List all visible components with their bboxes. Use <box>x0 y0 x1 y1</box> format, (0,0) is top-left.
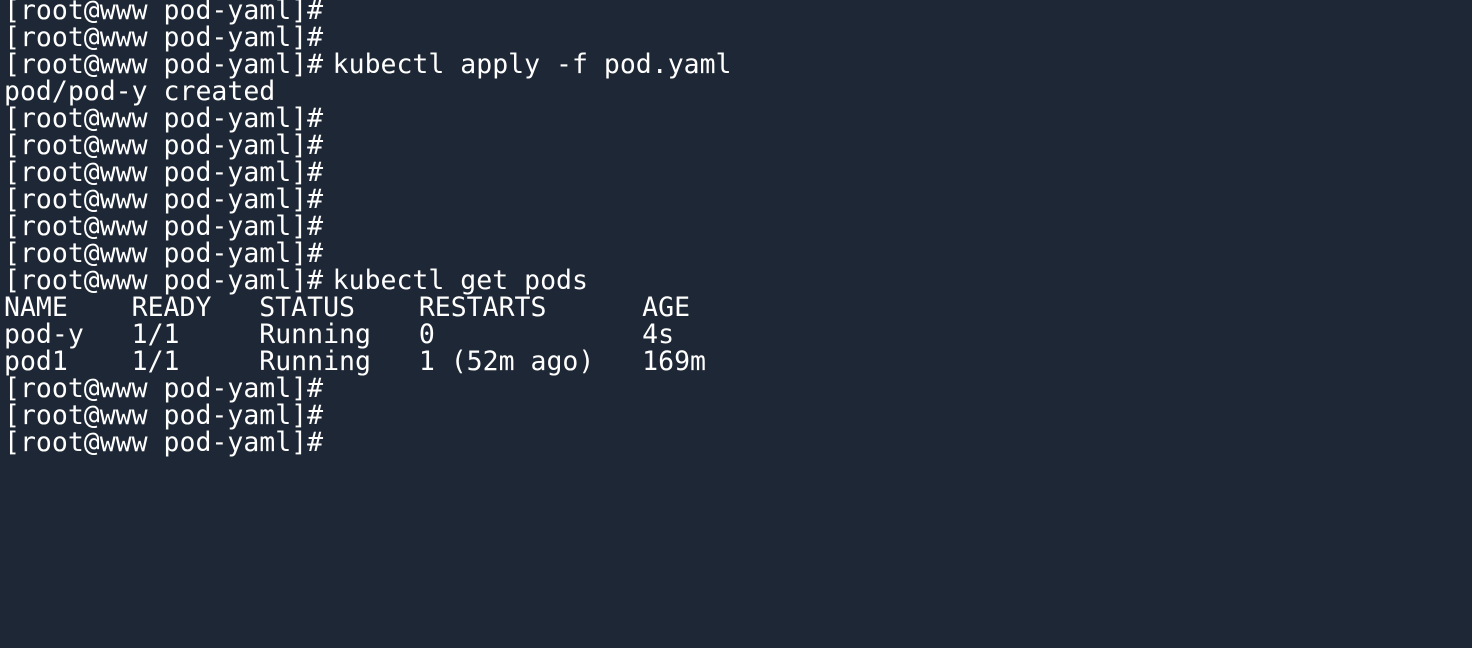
terminal-line: [root@www pod-yaml]# <box>4 213 1472 240</box>
terminal-line: [root@www pod-yaml]# kubectl apply -f pod… <box>4 51 1472 78</box>
terminal-line: [root@www pod-yaml]# <box>4 402 1472 429</box>
command-text: kubectl apply -f pod.yaml <box>332 49 732 80</box>
terminal-line: [root@www pod-yaml]# <box>4 105 1472 132</box>
terminal-line: [root@www pod-yaml]# kubectl get pods <box>4 267 1472 294</box>
terminal-line: [root@www pod-yaml]# <box>4 375 1472 402</box>
pods-table-header: NAME READY STATUS RESTARTS AGE <box>4 294 1472 321</box>
pods-table-row: pod-y 1/1 Running 0 4s <box>4 321 1472 348</box>
terminal-line: [root@www pod-yaml]# <box>4 159 1472 186</box>
terminal-line: [root@www pod-yaml]# <box>4 429 1472 456</box>
terminal-line: [root@www pod-yaml]# <box>4 132 1472 159</box>
terminal-line: [root@www pod-yaml]# <box>4 240 1472 267</box>
terminal-line: [root@www pod-yaml]# <box>4 0 1472 24</box>
shell-prompt: [root@www pod-yaml]# <box>4 427 324 458</box>
pods-table-row: pod1 1/1 Running 1 (52m ago) 169m <box>4 348 1472 375</box>
terminal-line: [root@www pod-yaml]# <box>4 186 1472 213</box>
terminal-line: pod/pod-y created <box>4 78 1472 105</box>
terminal-line: [root@www pod-yaml]# <box>4 24 1472 51</box>
terminal-window[interactable]: [root@www pod-yaml]# [root@www pod-yaml]… <box>0 0 1472 645</box>
